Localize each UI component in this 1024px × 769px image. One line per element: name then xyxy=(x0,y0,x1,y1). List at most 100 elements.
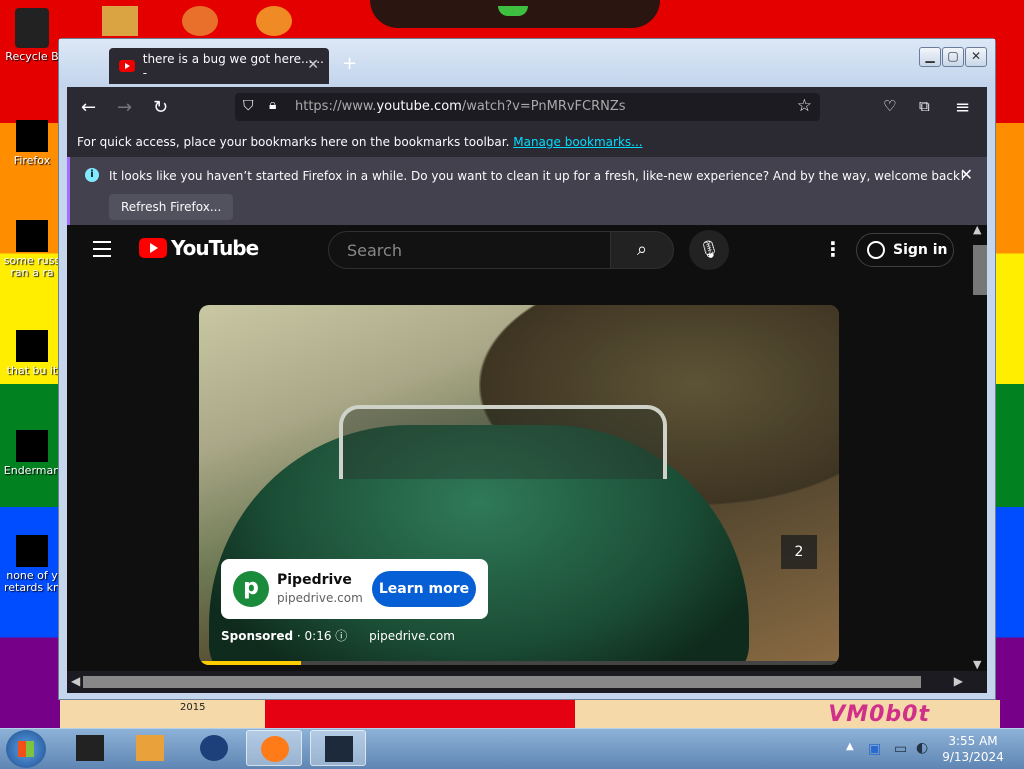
start-button[interactable] xyxy=(6,730,46,768)
desktop-icon-label: Recycle B xyxy=(5,50,59,63)
bookmarks-hint: For quick access, place your bookmarks h… xyxy=(77,135,510,149)
desktop-icon-recycle-bin[interactable]: Recycle B xyxy=(2,8,62,63)
desktop-icon-top-1[interactable] xyxy=(90,6,150,39)
taskbar-app-2[interactable] xyxy=(310,730,366,766)
taskbar: ▲ ▣ ▭ ◐ 3:55 AM 9/13/2024 xyxy=(0,728,1024,769)
firefox-icon xyxy=(261,736,289,762)
wallpaper-watermark: VM0b0t xyxy=(828,702,930,727)
notification-text: It looks like you haven’t started Firefo… xyxy=(109,169,965,183)
tray-app-icon[interactable]: ▣ xyxy=(868,741,881,757)
youtube-favicon-icon xyxy=(119,60,135,72)
notification-bar: i It looks like you haven’t started Fire… xyxy=(67,157,987,225)
ad-progress-bar[interactable] xyxy=(199,661,839,665)
desktop-icon-enderman[interactable]: Enderman xyxy=(2,430,62,477)
minimize-button[interactable]: ▁ xyxy=(919,47,941,67)
forward-button[interactable]: → xyxy=(117,97,132,118)
scroll-up-icon[interactable]: ▲ xyxy=(973,225,981,236)
desktop-icon-label: Firefox xyxy=(13,154,51,167)
file-icon xyxy=(16,330,48,362)
tab-close-icon[interactable]: ✕ xyxy=(307,57,319,73)
search-button[interactable]: ⌕ xyxy=(610,231,674,269)
tab-title: there is a bug we got here...... - xyxy=(142,52,324,80)
page-content: YouTube ⌕ 🎙︎ ⋮ Sign in 2 p Pipedrive pip… xyxy=(67,225,987,671)
info-icon: i xyxy=(85,168,99,182)
search-box xyxy=(328,231,611,269)
desktop-icon-top-3[interactable] xyxy=(244,6,304,39)
clock-time: 3:55 AM xyxy=(948,734,998,748)
sign-in-button[interactable]: Sign in xyxy=(856,233,954,267)
ad-countdown: 2 xyxy=(781,535,817,569)
info-icon: ⓘ xyxy=(335,629,348,643)
pocket-icon[interactable]: ♡ xyxy=(883,97,896,115)
shield-icon[interactable]: ⛉ xyxy=(243,98,254,114)
file-icon xyxy=(16,535,48,567)
recycle-bin-icon xyxy=(15,8,49,48)
desktop-icon-label: none of y retards kn xyxy=(4,569,60,594)
scroll-right-icon[interactable]: ▶ xyxy=(954,674,963,688)
app-icon xyxy=(76,735,104,761)
desktop-icon-label: Enderman xyxy=(3,464,61,477)
user-icon xyxy=(867,241,885,259)
voice-search-button[interactable]: 🎙︎ xyxy=(689,230,729,270)
desktop-icon-that-bu[interactable]: that bu it xyxy=(2,330,62,377)
clock-date: 9/13/2024 xyxy=(942,750,1004,764)
ad-site-link[interactable]: pipedrive.com xyxy=(369,629,455,643)
bookmark-star-icon[interactable]: ☆ xyxy=(797,96,812,116)
lock-icon[interactable]: 🔒︎ xyxy=(269,97,276,113)
scroll-down-icon[interactable]: ▼ xyxy=(973,658,981,671)
new-tab-button[interactable]: + xyxy=(342,53,357,74)
ad-advertiser: Pipedrive xyxy=(277,572,352,588)
taskbar-globe[interactable] xyxy=(186,730,242,766)
pipedrive-logo-icon: p xyxy=(233,571,269,607)
firefox-window: there is a bug we got here...... - ✕ + ▁… xyxy=(58,38,996,700)
close-window-button[interactable]: ✕ xyxy=(965,47,987,67)
clock[interactable]: 3:55 AM 9/13/2024 xyxy=(940,733,1006,765)
taskbar-firefox[interactable] xyxy=(246,730,302,766)
ad-card[interactable]: p Pipedrive pipedrive.com Learn more xyxy=(221,559,488,619)
maximize-button[interactable]: ▢ xyxy=(942,47,964,67)
firefox-icon xyxy=(16,120,48,152)
ad-domain: pipedrive.com xyxy=(277,591,363,605)
url-bar[interactable]: ⛉ 🔒︎ https://www.youtube.com/watch?v=PnM… xyxy=(235,93,820,121)
hamburger-menu-icon[interactable] xyxy=(93,241,111,262)
wallpaper-bottom: 2015 VM0b0t xyxy=(60,700,1000,730)
refresh-firefox-button[interactable]: Refresh Firefox... xyxy=(109,194,234,220)
scroll-left-icon[interactable]: ◀ xyxy=(71,674,80,688)
horizontal-scrollbar[interactable]: ◀ ▶ xyxy=(67,671,987,693)
desktop-icon-none-of-y[interactable]: none of y retards kn xyxy=(2,535,62,594)
file-icon xyxy=(16,430,48,462)
show-hidden-icons[interactable]: ▲ xyxy=(846,741,854,752)
reload-button[interactable]: ↻ xyxy=(153,97,168,118)
desktop-icon-firefox[interactable]: Firefox xyxy=(2,120,62,167)
file-icon xyxy=(16,220,48,252)
monitor-icon xyxy=(325,736,353,762)
bookmarks-toolbar: For quick access, place your bookmarks h… xyxy=(67,127,987,157)
windows-logo-icon xyxy=(18,741,34,757)
volume-icon[interactable]: ◐ xyxy=(916,740,928,756)
taskbar-app-1[interactable] xyxy=(62,730,118,766)
search-input[interactable] xyxy=(345,240,589,261)
menu-icon[interactable]: ≡ xyxy=(955,97,970,118)
extensions-icon[interactable]: ⧉ xyxy=(919,97,930,115)
manage-bookmarks-link[interactable]: Manage bookmarks... xyxy=(513,135,642,149)
url-text: https://www.youtube.com/watch?v=PnMRvFCR… xyxy=(295,99,626,114)
globe-icon xyxy=(200,735,228,761)
desktop-icon-label: that bu it xyxy=(6,364,58,377)
network-icon[interactable]: ▭ xyxy=(894,741,907,757)
video-player[interactable]: 2 p Pipedrive pipedrive.com Learn more S… xyxy=(199,305,839,665)
more-options-icon[interactable]: ⋮ xyxy=(823,237,843,261)
title-bar: there is a bug we got here...... - ✕ + ▁… xyxy=(59,39,995,87)
back-button[interactable]: ← xyxy=(81,97,96,118)
desktop-icon-russ[interactable]: some russ ran a ra xyxy=(2,220,62,279)
youtube-logo[interactable]: YouTube xyxy=(139,236,259,260)
vertical-scrollbar[interactable]: ▲ ▼ xyxy=(969,225,987,671)
desktop-icon-top-2[interactable] xyxy=(170,6,230,39)
taskbar-media-player[interactable] xyxy=(122,730,178,766)
folder-icon xyxy=(102,6,138,36)
ad-sponsor-line: Sponsored · 0:16 ⓘ pipedrive.com xyxy=(221,629,455,643)
wallpaper-text: 2015 xyxy=(180,702,206,713)
close-notification-icon[interactable]: ✕ xyxy=(960,165,973,184)
learn-more-button[interactable]: Learn more xyxy=(372,571,476,607)
media-player-icon xyxy=(136,735,164,761)
browser-tab[interactable]: there is a bug we got here...... - ✕ xyxy=(109,48,329,84)
